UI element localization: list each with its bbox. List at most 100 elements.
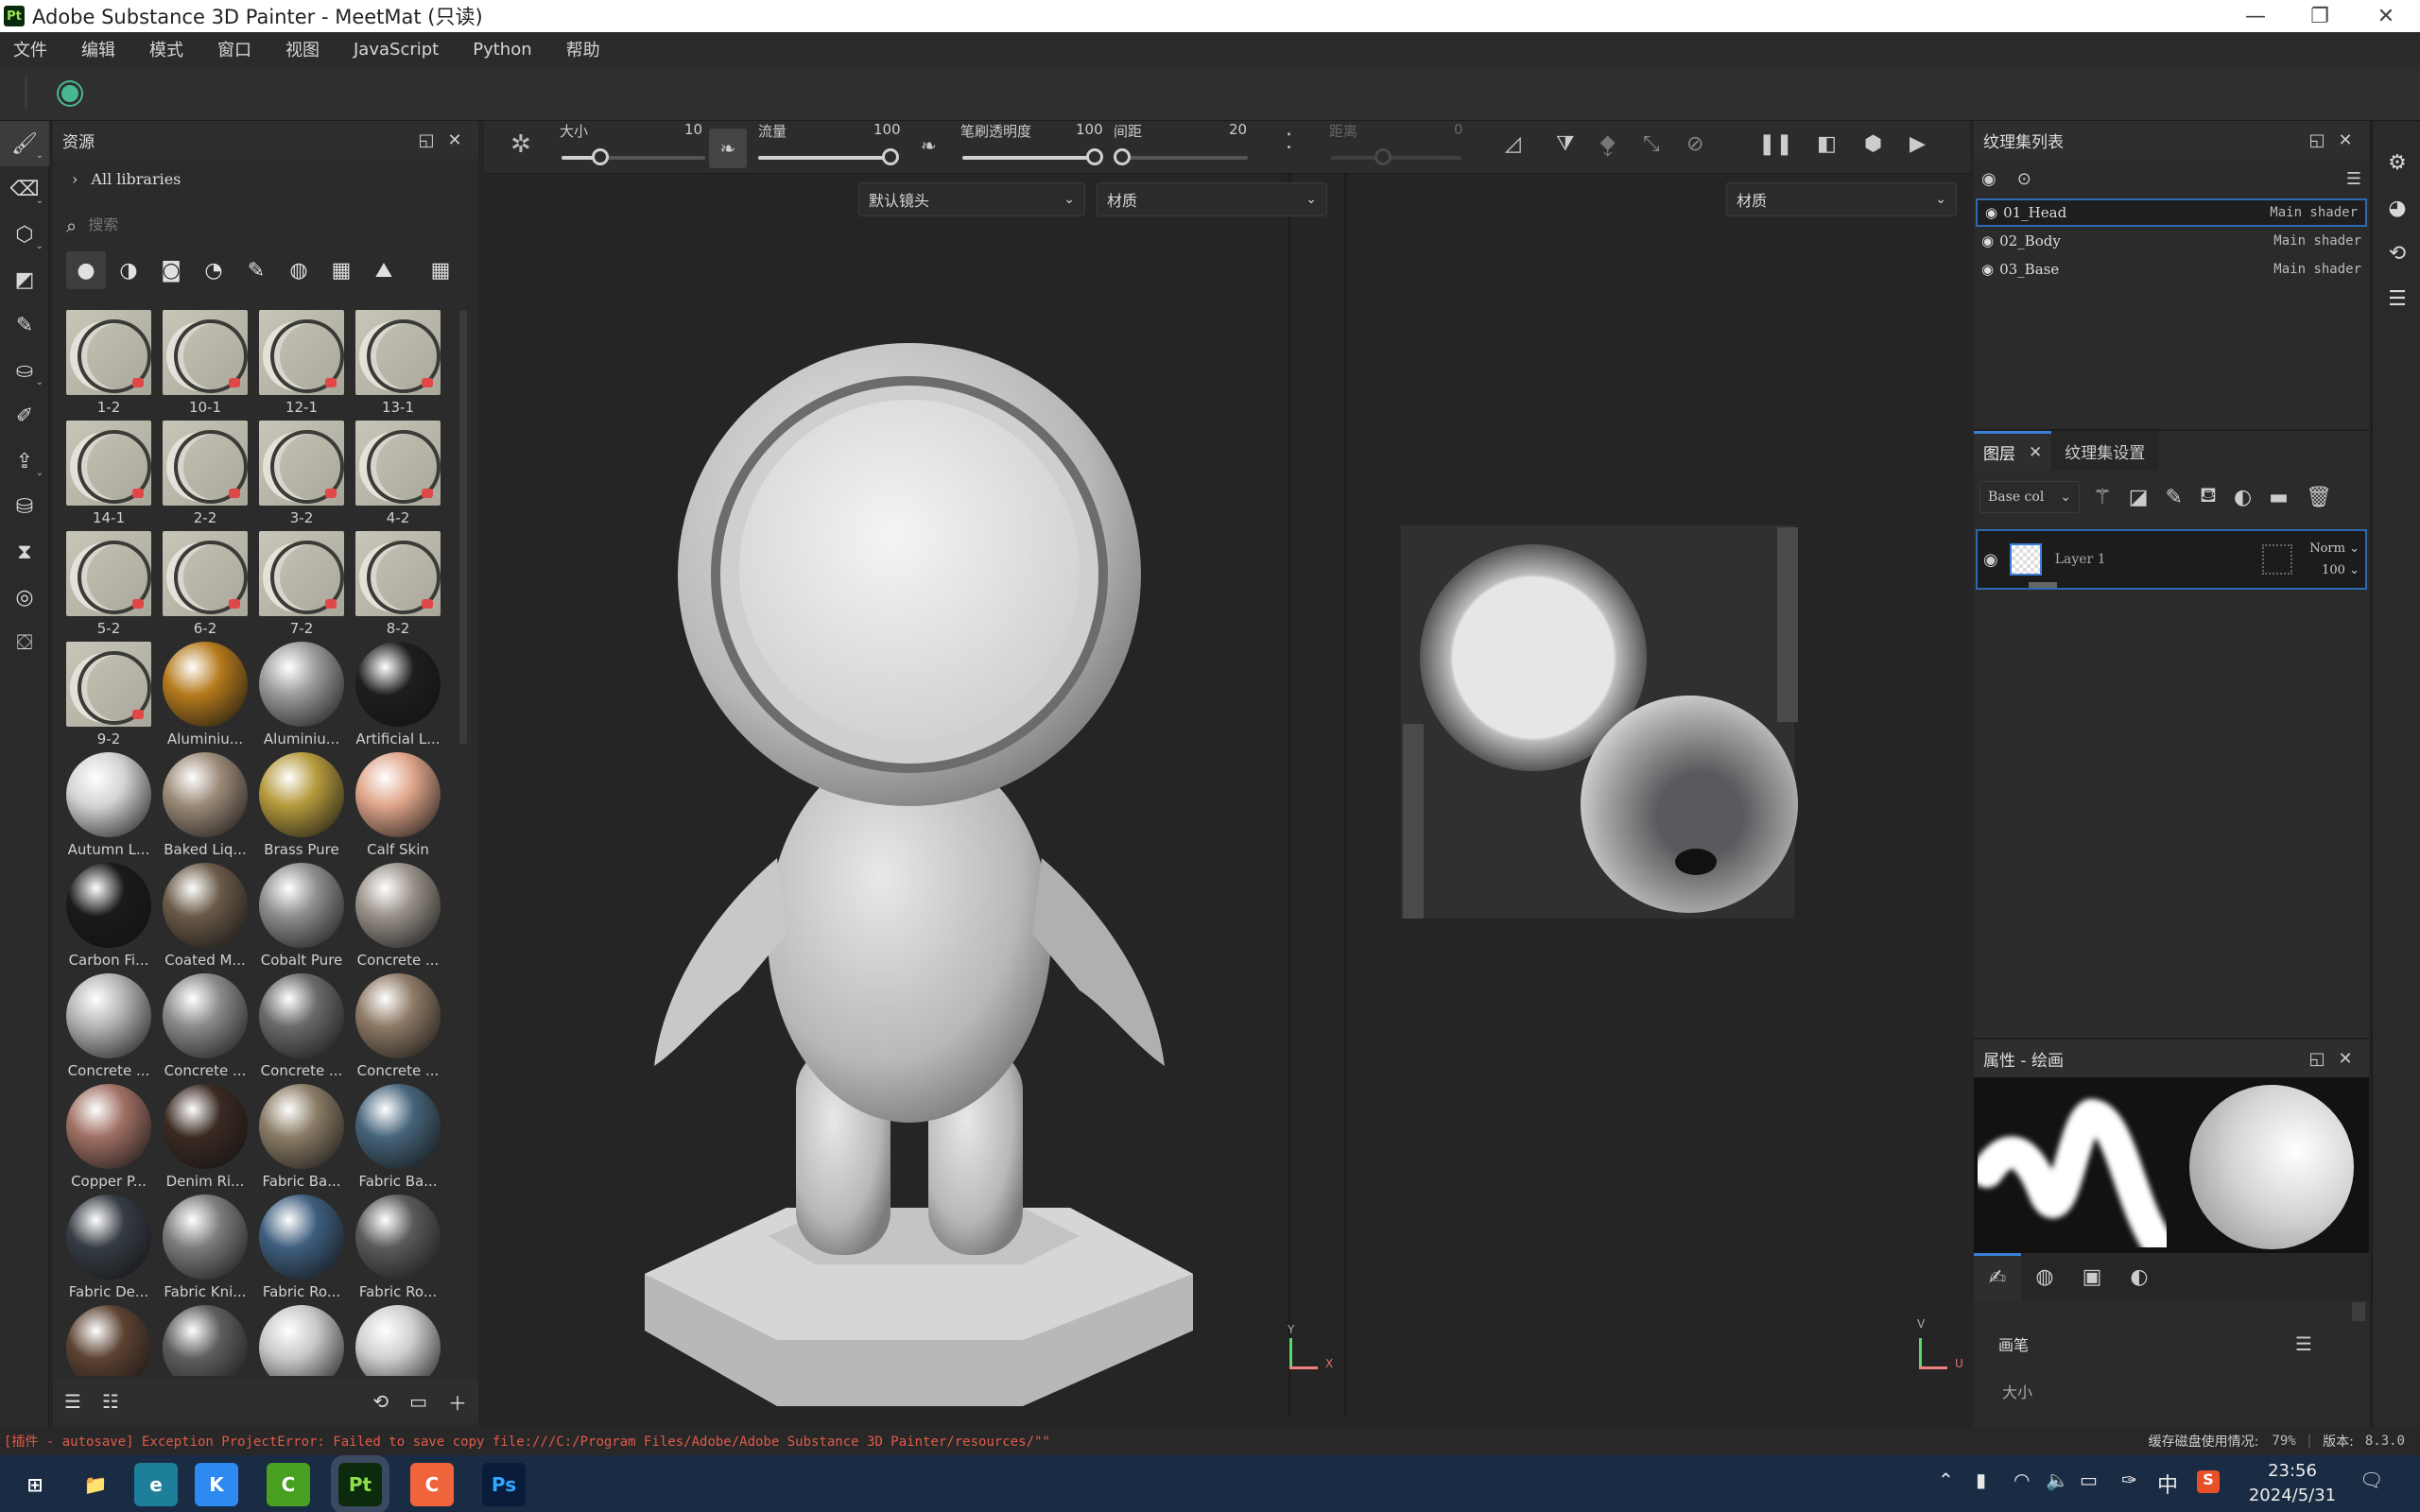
menu-edit[interactable]: 编辑 (81, 37, 115, 61)
seam-icon[interactable]: ⊘ (1686, 132, 1703, 156)
visibility-eye-icon[interactable]: ◉ (1981, 232, 1994, 249)
tab-brush[interactable]: ✍ (1974, 1253, 2021, 1300)
distance-slider[interactable] (1331, 148, 1461, 165)
asset-item[interactable]: Fabric Ba... (253, 1084, 350, 1194)
shader-settings-icon[interactable]: ◕ (2373, 185, 2420, 231)
layer-opacity-dropdown[interactable]: 100 ⌄ (2322, 563, 2360, 577)
texture-set-menu-icon[interactable]: ☰ (2346, 169, 2361, 189)
substance-painter-icon[interactable]: Pt (331, 1455, 389, 1512)
environment-filter-icon[interactable]: ⛰ (364, 251, 404, 289)
asset-item[interactable]: 8-2 (350, 531, 446, 642)
lazy-mouse-icon[interactable]: ⁚ (1286, 130, 1292, 154)
asset-item[interactable]: Denim Ri... (157, 1084, 253, 1194)
asset-item[interactable]: Calf Skin (350, 752, 446, 863)
wifi-icon[interactable]: ◠ (2014, 1469, 2030, 1491)
bake-icon[interactable]: ⛁ (0, 484, 49, 529)
asset-item[interactable]: 9-2 (60, 642, 157, 752)
blend-mode-dropdown[interactable]: Norm ⌄ (2309, 541, 2360, 556)
tab-layers[interactable]: 图层 ✕ (1974, 431, 2052, 471)
menu-mode[interactable]: 模式 (149, 37, 183, 61)
color-picker-icon[interactable]: ✐ (0, 393, 49, 438)
camtasia-green-icon[interactable]: C (267, 1463, 310, 1506)
asset-item[interactable] (253, 1305, 350, 1376)
add-smart-mask-icon[interactable]: ◐ (2234, 486, 2252, 509)
tab-material[interactable]: ◐ (2116, 1265, 2163, 1289)
stroke-curve-icon[interactable]: ◿ (1505, 132, 1521, 156)
pause-icon[interactable]: ❚❚ (1758, 132, 1793, 156)
add-mask-icon[interactable]: ◪ (2129, 486, 2149, 509)
properties-scrollbar[interactable] (2352, 1302, 2365, 1321)
spacing-value[interactable]: 20 (1229, 121, 1247, 138)
menu-window[interactable]: 窗口 (217, 37, 251, 61)
iray-icon[interactable]: ◎ (0, 575, 49, 620)
viewport-2d[interactable] (1344, 121, 1970, 1418)
asset-item[interactable]: 13-1 (350, 310, 446, 421)
alpha-filter-icon[interactable]: ◍ (279, 251, 319, 289)
asset-item[interactable]: 1-2 (60, 310, 157, 421)
spacing-slider[interactable] (1114, 148, 1248, 165)
asset-item[interactable]: Autumn L... (60, 752, 157, 863)
library-breadcrumb[interactable]: › All libraries (72, 170, 181, 188)
asset-item[interactable]: Concrete ... (253, 973, 350, 1084)
display-mode-icon[interactable]: ⬢ (1864, 132, 1882, 156)
asset-item[interactable]: Fabric De... (60, 1194, 157, 1305)
asset-item[interactable]: Fabric Ba... (350, 1084, 446, 1194)
export-icon[interactable]: ⇪ ⌄ (0, 438, 49, 484)
start-button[interactable]: ⊞ (13, 1463, 57, 1506)
sogou-ime-icon[interactable]: S (2197, 1470, 2220, 1493)
plugin-icon[interactable] (59, 82, 81, 105)
size-slider[interactable] (562, 148, 705, 165)
asset-item[interactable]: 7-2 (253, 531, 350, 642)
shader-name[interactable]: Main shader (2270, 205, 2358, 220)
asset-item[interactable] (60, 1305, 157, 1376)
file-explorer-icon[interactable]: 📁 (74, 1463, 117, 1506)
projection-icon[interactable]: ⬡ ⌄ (0, 212, 49, 257)
flow-value[interactable]: 100 (873, 121, 901, 138)
asset-item[interactable]: Copper P... (60, 1084, 157, 1194)
texture-set-row[interactable]: ◉ 01_Head Main shader (1976, 198, 2367, 227)
viewport-3d[interactable] (484, 121, 1342, 1418)
grid-view-icon[interactable]: ▦ (421, 251, 460, 289)
smart-mask-filter-icon[interactable]: ◙ (151, 251, 191, 289)
new-window-icon[interactable]: ▭ (409, 1390, 427, 1413)
section-menu-icon[interactable]: ☰ (2295, 1332, 2312, 1355)
asset-item[interactable]: 12-1 (253, 310, 350, 421)
menu-file[interactable]: 文件 (13, 37, 47, 61)
tab-stencil[interactable]: ▣ (2068, 1265, 2116, 1289)
tab-texture-set-settings[interactable]: 纹理集设置 (2051, 431, 2159, 471)
add-effect-icon[interactable]: ⚚ (2093, 486, 2112, 509)
camtasia-orange-icon[interactable]: C (410, 1463, 454, 1506)
add-fill-layer-icon[interactable]: ⛾ (2200, 484, 2217, 510)
hourglass-icon[interactable]: ⧗ (0, 529, 49, 575)
asset-item[interactable]: Fabric Ro... (253, 1194, 350, 1305)
asset-item[interactable]: Cobalt Pure (253, 863, 350, 973)
brush-filter-icon[interactable]: ✎ (236, 251, 276, 289)
camera-icon[interactable]: ▶ (1910, 132, 1926, 156)
asset-item[interactable]: 5-2 (60, 531, 157, 642)
symmetry-axis-icon[interactable]: ⧪ (1599, 132, 1616, 156)
asset-item[interactable]: 4-2 (350, 421, 446, 531)
search-input[interactable] (88, 217, 429, 234)
clone-stamp-icon[interactable]: ⛀ ⌄ (0, 348, 49, 393)
viewport-splitter[interactable] (1288, 121, 1291, 1418)
split-view-icon[interactable]: ◧ (1817, 132, 1837, 156)
show-hidden-icons[interactable]: ⌃ (1938, 1469, 1954, 1491)
camera-dropdown[interactable]: 默认镜头 ⌄ (858, 182, 1085, 216)
asset-item[interactable]: 6-2 (157, 531, 253, 642)
smudge-icon[interactable]: ✎ (0, 302, 49, 348)
asset-item[interactable]: 14-1 (60, 421, 157, 531)
float-panel-icon[interactable]: ◱ (412, 130, 441, 150)
asset-item[interactable]: Concrete ... (350, 863, 446, 973)
shader-name[interactable]: Main shader (2273, 233, 2361, 249)
viewport-2d-mode-dropdown[interactable]: 材质 ⌄ (1726, 182, 1957, 216)
layer-visibility-icon[interactable]: ◉ (1983, 550, 1998, 570)
asset-item[interactable]: Brass Pure (253, 752, 350, 863)
edge-icon[interactable]: e (134, 1463, 178, 1506)
asset-item[interactable]: 2-2 (157, 421, 253, 531)
material-filter-icon[interactable]: ● (66, 251, 106, 289)
smart-material-filter-icon[interactable]: ◑ (109, 251, 148, 289)
tab-alpha[interactable]: ◍ (2021, 1265, 2068, 1289)
layer-name[interactable]: Layer 1 (2055, 552, 2106, 567)
error-message[interactable]: [插件 - autosave] Exception ProjectError: … (0, 1432, 1050, 1451)
layer-row[interactable]: ◉ Layer 1 Norm ⌄ 100 ⌄ (1976, 529, 2367, 590)
